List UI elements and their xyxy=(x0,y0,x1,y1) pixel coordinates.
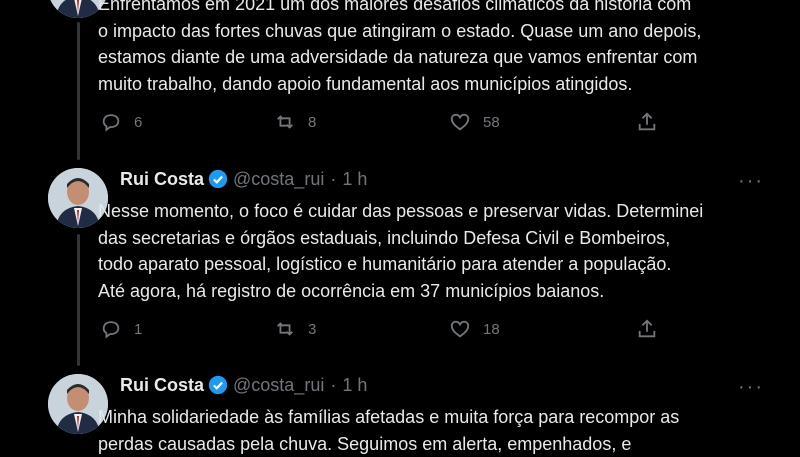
reply-count: 1 xyxy=(134,320,143,338)
verified-badge-icon xyxy=(208,169,228,189)
share-button[interactable] xyxy=(636,318,658,340)
more-options-icon[interactable]: ··· xyxy=(738,377,764,397)
heart-icon xyxy=(450,320,470,338)
share-button[interactable] xyxy=(636,111,658,133)
retweet-count: 3 xyxy=(308,320,317,338)
retweet-button[interactable]: 8 xyxy=(274,111,316,133)
retweet-icon xyxy=(277,322,293,336)
tweet-actions: 1 3 18 xyxy=(100,318,660,342)
retweet-icon xyxy=(277,115,293,129)
tweet-header: Rui Costa @costa_rui · 1 h xyxy=(120,168,367,190)
separator-dot: · xyxy=(330,169,337,189)
reply-icon xyxy=(102,114,120,132)
author-name[interactable]: Rui Costa xyxy=(120,374,204,396)
share-icon xyxy=(638,112,656,131)
tweet-timestamp[interactable]: 1 h xyxy=(342,374,367,396)
tweet-header: Rui Costa @costa_rui · 1 h xyxy=(120,374,367,396)
tweet-actions: 6 8 58 xyxy=(100,111,660,135)
tweet-text: Minha solidariedade às famílias afetadas… xyxy=(98,407,680,454)
heart-icon xyxy=(450,113,470,131)
author-handle[interactable]: @costa_rui xyxy=(233,374,324,396)
like-button[interactable]: 58 xyxy=(449,111,500,133)
thread-connector xyxy=(77,234,80,366)
like-button[interactable]: 18 xyxy=(449,318,500,340)
tweet-text: Enfrentamos em 2021 um dos maiores desaf… xyxy=(98,0,702,94)
author-name[interactable]: Rui Costa xyxy=(120,168,204,190)
like-count: 58 xyxy=(483,113,500,131)
reply-icon xyxy=(102,321,120,339)
tweet-timestamp[interactable]: 1 h xyxy=(342,168,367,190)
retweet-button[interactable]: 3 xyxy=(274,318,316,340)
retweet-count: 8 xyxy=(308,113,317,131)
reply-button[interactable]: 6 xyxy=(100,111,142,133)
thread-connector xyxy=(77,22,80,160)
more-options-icon[interactable]: ··· xyxy=(738,171,764,191)
verified-badge-icon xyxy=(208,375,228,395)
share-icon xyxy=(638,319,656,338)
reply-count: 6 xyxy=(134,113,143,131)
author-handle[interactable]: @costa_rui xyxy=(233,168,324,190)
reply-button[interactable]: 1 xyxy=(100,318,142,340)
like-count: 18 xyxy=(483,320,500,338)
tweet-text: Nesse momento, o foco é cuidar das pesso… xyxy=(98,201,704,301)
separator-dot: · xyxy=(330,375,337,395)
